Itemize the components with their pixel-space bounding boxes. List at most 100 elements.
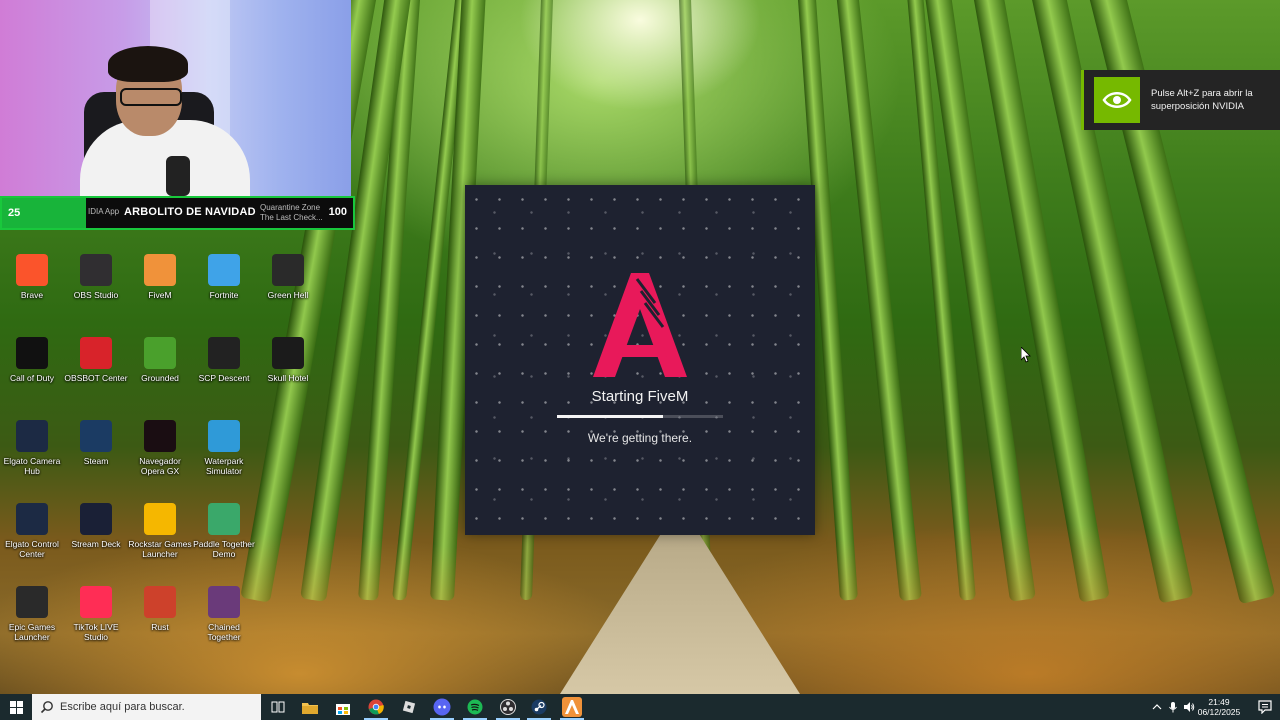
epic-games-icon — [16, 586, 48, 618]
desktop-icon-epic-games[interactable]: Epic Games Launcher — [0, 586, 64, 666]
splash-title: Starting FiveM — [591, 388, 689, 405]
webcam-overlay — [0, 0, 351, 196]
desktop-icon-fortnite[interactable]: Fortnite — [192, 254, 256, 334]
desktop-icon-rockstar[interactable]: Rockstar Games Launcher — [128, 503, 192, 583]
desktop-icon-label: FiveM — [148, 290, 172, 300]
task-view-icon[interactable] — [268, 697, 288, 717]
stream-goal-bar: 25 IDIA App ARBOLITO DE NAVIDAD Quaranti… — [0, 196, 355, 230]
fivem-logo-icon — [593, 273, 687, 377]
goal-target-count: 100 — [328, 206, 347, 218]
obs-taskbar-icon[interactable] — [498, 697, 518, 717]
desktop-icon-label: Elgato Camera Hub — [3, 456, 61, 476]
loading-progress-bar — [557, 415, 723, 418]
steam-icon — [80, 420, 112, 452]
opera-gx-icon — [144, 420, 176, 452]
desktop-icon-paddle-together[interactable]: Paddle Together Demo — [192, 503, 256, 583]
green-hell-icon — [272, 254, 304, 286]
desktop-icon-label: OBS Studio — [73, 290, 119, 300]
desktop-icon-brave[interactable]: Brave — [0, 254, 64, 334]
tiktok-live-icon — [80, 586, 112, 618]
roblox-icon[interactable] — [399, 697, 419, 717]
waterpark-icon — [208, 420, 240, 452]
paddle-together-icon — [208, 503, 240, 535]
nvidia-toast-line1: Pulse Alt+Z para abrir la — [1151, 88, 1253, 99]
nvidia-toast-text: Pulse Alt+Z para abrir la superposición … — [1151, 87, 1276, 113]
stream-deck-icon — [80, 503, 112, 535]
search-input[interactable] — [60, 701, 250, 713]
desktop-icon-label: Grounded — [141, 373, 179, 383]
desktop-icon-obsbot[interactable]: OBSBOT Center — [64, 337, 128, 417]
desktop-icon-stream-deck[interactable]: Stream Deck — [64, 503, 128, 583]
desktop-icon-label: Epic Games Launcher — [8, 622, 56, 642]
chained-together-icon — [208, 586, 240, 618]
splash-subtitle: We're getting there. — [587, 431, 693, 445]
fortnite-icon — [208, 254, 240, 286]
show-hidden-icons-chevron-icon[interactable] — [1151, 701, 1163, 713]
ticker-text: IDIA App — [88, 207, 120, 216]
steam-taskbar-icon[interactable] — [529, 697, 549, 717]
desktop-icon-label: Chained Together — [207, 622, 241, 642]
microphone-icon[interactable] — [1167, 701, 1179, 713]
store-icon[interactable] — [333, 697, 353, 717]
desktop-icon-label: OBSBOT Center — [64, 373, 128, 383]
desktop-icon-opera-gx[interactable]: Navegador Opera GX — [128, 420, 192, 500]
desktop-icon-label: Waterpark Simulator — [204, 456, 244, 476]
desktop-icon-fivem[interactable]: FiveM — [128, 254, 192, 334]
desktop-icon-scp[interactable]: SCP Descent — [192, 337, 256, 417]
chrome-icon[interactable] — [366, 697, 386, 717]
obsbot-icon — [80, 337, 112, 369]
obs-icon — [80, 254, 112, 286]
discord-icon[interactable] — [432, 697, 452, 717]
desktop-icon-green-hell[interactable]: Green Hell — [256, 254, 320, 334]
desktop-icon-label: Fortnite — [209, 290, 239, 300]
desktop-icon-label: Paddle Together Demo — [193, 539, 255, 559]
desktop-icon-label: Call of Duty — [10, 373, 54, 383]
desktop-icon-waterpark[interactable]: Waterpark Simulator — [192, 420, 256, 500]
file-explorer-icon[interactable] — [300, 697, 320, 717]
desktop-icon-steam[interactable]: Steam — [64, 420, 128, 500]
desktop-icon-chained-together[interactable]: Chained Together — [192, 586, 256, 666]
nvidia-toast-line2: superposición NVIDIA — [1151, 101, 1244, 112]
volume-icon[interactable] — [1183, 701, 1195, 713]
desktop-icon-obs[interactable]: OBS Studio — [64, 254, 128, 334]
goal-current-count: 25 — [2, 198, 86, 228]
desktop-icon-label: Green Hell — [267, 290, 309, 300]
desktop-icon-label: Navegador Opera GX — [139, 456, 181, 476]
desktop-icon-call-of-duty[interactable]: Call of Duty — [0, 337, 64, 417]
grounded-icon — [144, 337, 176, 369]
taskbar-search-box[interactable] — [32, 694, 261, 720]
scp-icon — [208, 337, 240, 369]
notification-center-icon[interactable] — [1258, 700, 1272, 714]
now-playing: Quarantine Zone The Last Check... — [260, 203, 323, 223]
fivem-splash-window: Starting FiveM We're getting there. — [465, 185, 815, 535]
mouse-cursor-icon — [1021, 347, 1031, 363]
elgato-camera-icon — [16, 420, 48, 452]
desktop-icon-label: Brave — [20, 290, 44, 300]
desktop-icon-rust[interactable]: Rust — [128, 586, 192, 666]
start-button[interactable] — [0, 694, 32, 720]
desktop-icon-label: Stream Deck — [71, 539, 121, 549]
desktop-icon-label: TikTok LIVE Studio — [73, 622, 119, 642]
desktop-icon-grounded[interactable]: Grounded — [128, 337, 192, 417]
now-playing-line2: The Last Check... — [260, 213, 323, 222]
desktop-icon-tiktok-live[interactable]: TikTok LIVE Studio — [64, 586, 128, 666]
desktop-icon-label: Steam — [83, 456, 109, 466]
desktop-icon-elgato-camera[interactable]: Elgato Camera Hub — [0, 420, 64, 500]
desktop-icon-skull[interactable]: Skull Hotel — [256, 337, 320, 417]
clock-date: 06/12/2025 — [1197, 707, 1241, 717]
goal-title: ARBOLITO DE NAVIDAD — [124, 206, 256, 218]
rust-icon — [144, 586, 176, 618]
elgato-control-icon — [16, 503, 48, 535]
taskbar-clock[interactable]: 21:49 06/12/2025 — [1197, 697, 1241, 717]
fivem-icon — [144, 254, 176, 286]
nvidia-overlay-toast[interactable]: Pulse Alt+Z para abrir la superposición … — [1081, 70, 1280, 130]
skull-icon — [272, 337, 304, 369]
desktop-icon-elgato-control[interactable]: Elgato Control Center — [0, 503, 64, 583]
nvidia-logo-icon — [1094, 77, 1140, 123]
spotify-icon[interactable] — [465, 697, 485, 717]
rockstar-icon — [144, 503, 176, 535]
desktop-icon-label: Rust — [151, 622, 169, 632]
loading-progress-fill — [557, 415, 664, 418]
fivem-taskbar-icon[interactable] — [562, 697, 582, 717]
search-icon — [40, 701, 53, 714]
